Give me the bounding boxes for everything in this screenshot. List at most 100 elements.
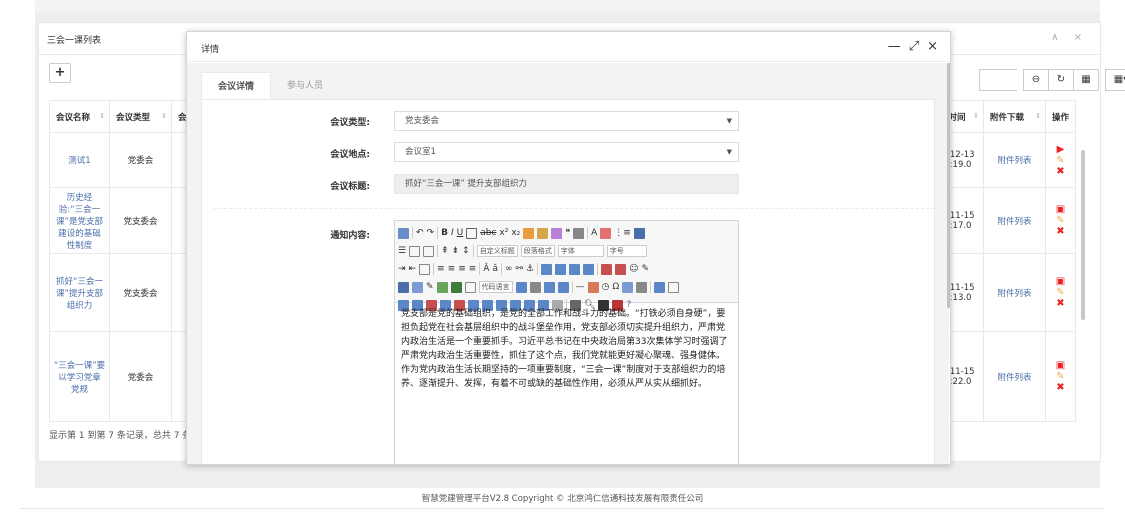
italic-icon[interactable]: I [451,228,454,239]
font-family-select[interactable]: 字体 [557,245,604,257]
align-right-icon[interactable]: ≡ [458,264,466,275]
col-attach[interactable]: 附件下载 ⇕ [983,100,1046,133]
unlink-icon[interactable]: ⚯ [515,264,523,275]
toggle-icon[interactable]: ⊖ [1023,69,1049,91]
attachment-link[interactable]: 附件列表 [983,331,1046,422]
stop-icon[interactable]: ▣ [1056,360,1065,371]
time-icon[interactable]: ◷ [602,282,610,293]
row-spacing-top-icon[interactable]: ⇞ [441,246,449,257]
highlight-icon[interactable] [600,227,612,239]
format-brush-icon[interactable] [537,227,549,239]
stop-icon[interactable]: ▣ [1056,204,1065,215]
delete-icon[interactable]: ✖ [1056,166,1064,177]
font-color-icon[interactable]: A [591,228,597,239]
minimize-icon[interactable]: — [888,39,901,54]
refresh-icon[interactable]: ↻ [1048,69,1074,91]
clear-doc-icon[interactable] [423,245,435,257]
subscript-icon[interactable]: x₂ [511,228,520,239]
paragraph-format-select[interactable]: 段落格式 [520,245,555,257]
insert-image-icon[interactable] [615,263,627,275]
panel-collapse-close-tools[interactable]: ∧ × [1051,32,1088,43]
delete-icon[interactable]: ✖ [1056,382,1064,393]
edit-icon[interactable]: ✎ [1056,287,1064,298]
start-icon[interactable]: ▶ [1057,144,1065,155]
edit-icon[interactable]: ✎ [1056,215,1064,226]
superscript-icon[interactable]: x² [499,228,508,239]
col-type[interactable]: 会议类型 ⇕ [109,100,172,133]
attachment-link[interactable]: 附件列表 [983,187,1046,254]
gmap-icon[interactable] [450,281,462,293]
underline-icon[interactable]: U [457,228,464,239]
modal-scrollbar[interactable] [947,63,950,308]
select-all-icon[interactable] [409,245,421,257]
delete-icon[interactable]: ✖ [1056,298,1064,309]
simple-upload-icon[interactable] [601,263,613,275]
template-icon[interactable] [529,281,541,293]
line-height-icon[interactable]: ↕ [462,246,470,257]
attachment-link[interactable]: 附件列表 [983,253,1046,332]
edit-icon[interactable]: ✎ [1056,155,1064,166]
font-size-select[interactable]: 字号 [606,245,647,257]
attachment-link[interactable]: 附件列表 [983,132,1046,188]
special-char-icon[interactable]: Ω [612,282,619,293]
custom-heading-select[interactable]: 自定义标题 [476,245,518,257]
paste-text-icon[interactable] [573,227,585,239]
horizontal-rule-icon[interactable]: — [576,282,585,293]
align-justify-icon[interactable]: ≡ [469,264,477,275]
ltr-icon[interactable]: ⇥ [398,264,406,275]
stop-icon[interactable]: ▣ [1056,276,1065,287]
quote-icon[interactable]: ❝ [565,228,570,239]
strikethrough-icon[interactable]: abc [480,228,496,239]
indent-icon[interactable] [419,263,431,275]
border-icon[interactable] [466,227,478,239]
align-left-icon[interactable]: ≡ [437,264,445,275]
unordered-list-icon[interactable] [633,227,645,239]
tab-participants[interactable]: 参与人员 [271,72,339,100]
tab-meeting-detail[interactable]: 会议详情 [201,72,272,100]
image-right-icon[interactable] [569,263,581,275]
html-source-icon[interactable] [398,227,409,239]
page-break-icon[interactable] [515,281,527,293]
delete-icon[interactable]: ✖ [1056,226,1064,237]
image-left-icon[interactable] [555,263,567,275]
list-style-icon[interactable]: ☰ [398,246,406,257]
scrawl-icon[interactable]: ✎ [641,264,649,275]
lowercase-icon[interactable]: â [492,264,498,275]
columns-dropdown-icon[interactable]: ▦▾ [1105,69,1125,91]
table-search-input[interactable] [979,69,1017,91]
map-icon[interactable] [436,281,448,293]
close-icon[interactable]: × [927,39,938,54]
maximize-icon[interactable]: ⤢ [909,39,919,54]
redo-icon[interactable]: ↷ [427,228,435,239]
clear-format-icon[interactable] [551,227,563,239]
insert-video-icon[interactable] [398,281,409,293]
date-icon[interactable] [587,281,599,293]
wordimage-icon[interactable] [622,281,634,293]
insert-table-icon[interactable] [654,281,666,293]
link-icon[interactable]: ∞ [505,264,513,275]
delete-table-icon[interactable] [668,281,680,293]
image-center-icon[interactable] [583,263,595,275]
meeting-name-link[interactable]: 测试1 [49,132,110,188]
row-spacing-bottom-icon[interactable]: ⇟ [452,246,460,257]
add-button[interactable]: + [49,63,71,83]
eraser-icon[interactable] [523,227,535,239]
align-center-icon[interactable]: ≡ [448,264,456,275]
ordered-list-icon[interactable]: ⋮≡ [614,228,631,239]
case-icon[interactable]: Â [483,264,489,275]
undo-icon[interactable]: ↶ [416,228,424,239]
editor-content[interactable]: 党支部是党的基础组织，是党的全部工作和战斗力的基础。“打铁必须自身硬”，要担负起… [395,303,738,395]
music-icon[interactable] [412,281,423,293]
background-icon[interactable] [543,281,555,293]
list-scrollbar[interactable] [1081,150,1085,320]
meeting-name-link[interactable]: “三会一课”要 以学习党章 党规 [49,331,110,422]
rtl-icon[interactable]: ⇤ [409,264,417,275]
meeting-name-link[interactable]: 抓好“三会一 课”提升支部 组织力 [49,253,110,332]
export-icon[interactable]: ▦ [1073,69,1099,91]
code-language-select[interactable]: 代码语言 [478,281,513,293]
attachment-icon[interactable]: ✎ [426,282,434,293]
meeting-location-select[interactable]: 会议室1 ▼ [394,142,739,162]
bold-icon[interactable]: B [441,228,448,239]
meeting-name-link[interactable]: 历史经 验:“三会一 课”是党支部 建设的基础 性制度 [49,187,110,254]
insert-frame-icon[interactable] [464,281,476,293]
